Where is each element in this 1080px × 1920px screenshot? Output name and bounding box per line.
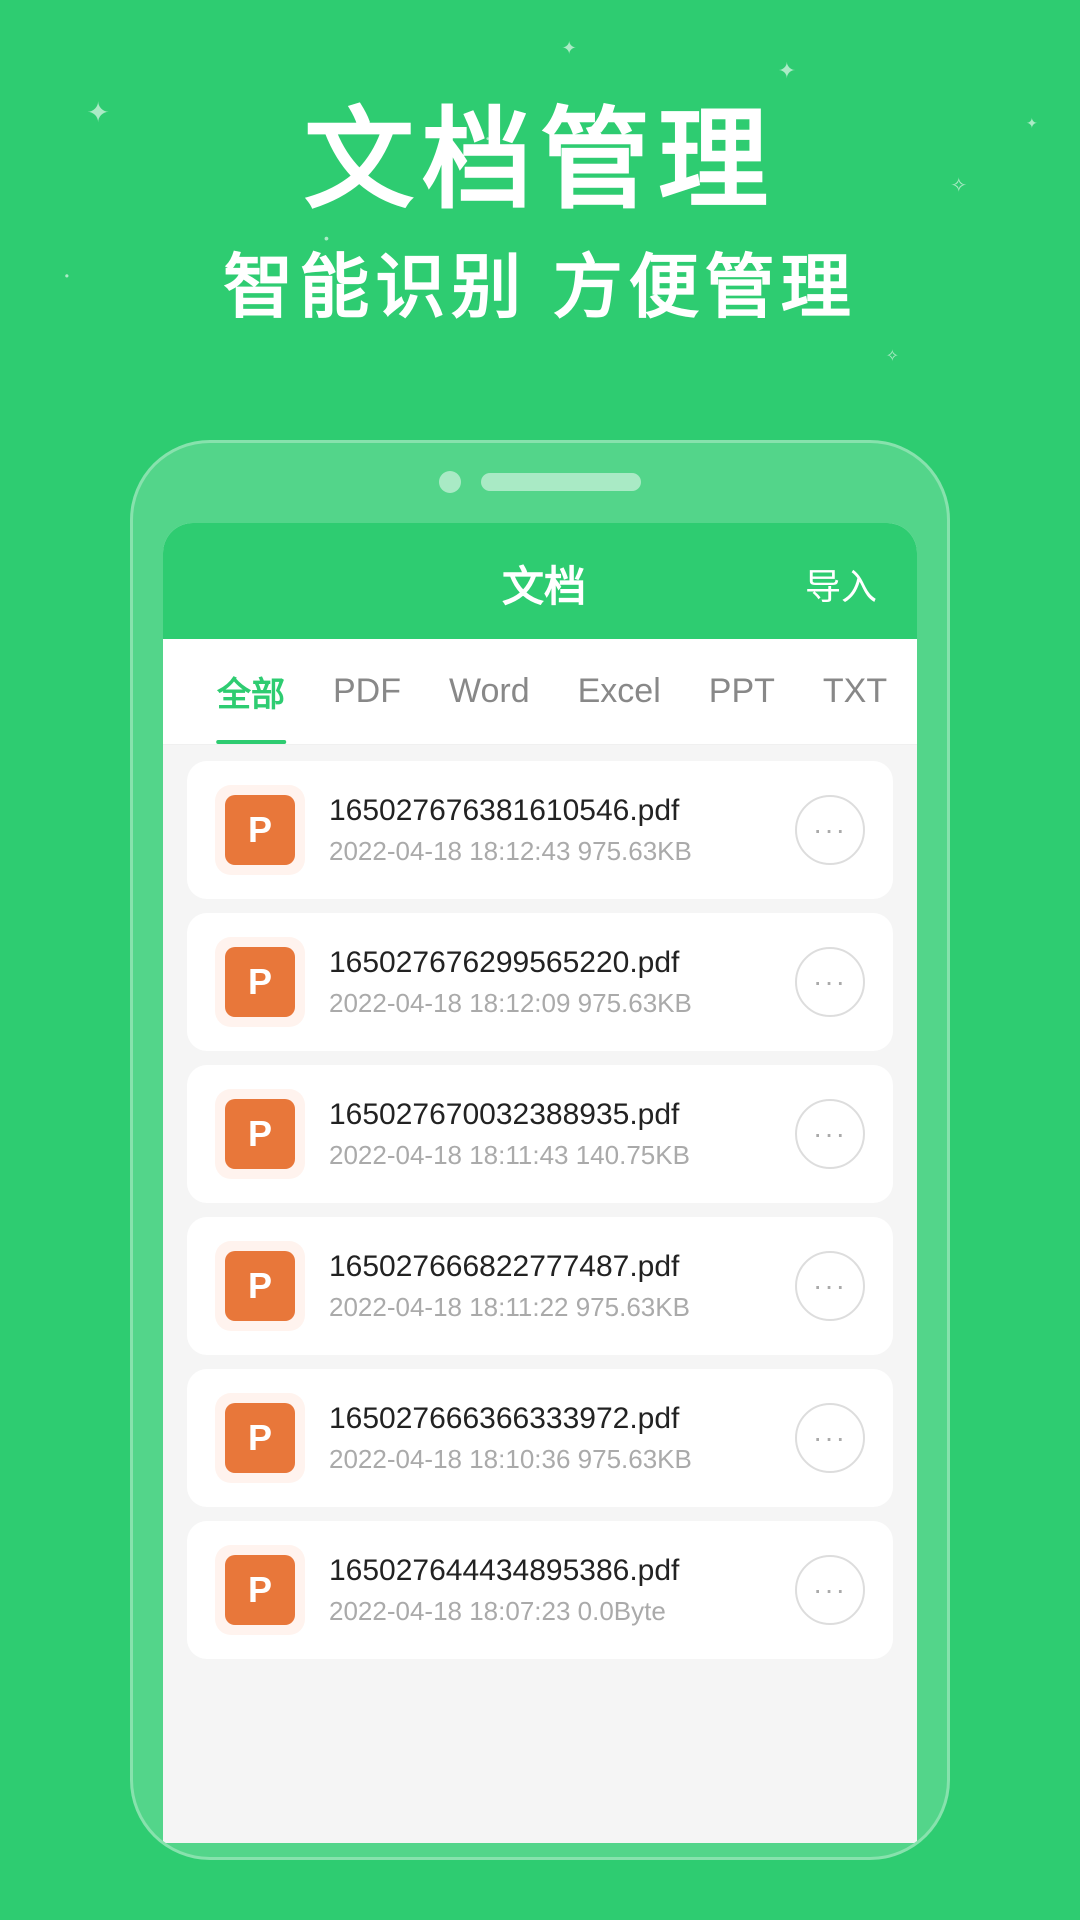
- file-name: 165027676299565220.pdf: [329, 946, 771, 980]
- phone-mockup: 文档 导入 全部PDFWordExcelPPTTXTHTML P 1650276…: [130, 440, 950, 1860]
- file-icon-letter: P: [248, 1265, 272, 1307]
- file-icon-letter: P: [248, 1569, 272, 1611]
- file-more-button[interactable]: ···: [795, 1251, 865, 1321]
- tab-ppt[interactable]: PPT: [685, 644, 799, 739]
- file-item[interactable]: P 165027670032388935.pdf 2022-04-18 18:1…: [187, 1065, 893, 1203]
- file-meta: 2022-04-18 18:12:09 975.63KB: [329, 988, 771, 1019]
- phone-camera: [439, 471, 461, 493]
- tab-pdf[interactable]: PDF: [309, 644, 425, 739]
- file-more-button[interactable]: ···: [795, 947, 865, 1017]
- star-decoration: ✧: [886, 346, 899, 366]
- file-item[interactable]: P 165027676381610546.pdf 2022-04-18 18:1…: [187, 761, 893, 899]
- tab-txt[interactable]: TXT: [799, 644, 911, 739]
- tabs-row: 全部PDFWordExcelPPTTXTHTML: [163, 639, 917, 745]
- file-icon: P: [215, 1241, 305, 1331]
- file-name: 165027676381610546.pdf: [329, 794, 771, 828]
- file-info: 165027676299565220.pdf 2022-04-18 18:12:…: [329, 946, 771, 1019]
- main-title: 文档管理: [0, 100, 1080, 221]
- file-name: 165027666822777487.pdf: [329, 1250, 771, 1284]
- file-item[interactable]: P 165027644434895386.pdf 2022-04-18 18:0…: [187, 1521, 893, 1659]
- file-icon: P: [215, 1089, 305, 1179]
- file-list: P 165027676381610546.pdf 2022-04-18 18:1…: [163, 745, 917, 1675]
- import-button[interactable]: 导入: [805, 558, 877, 610]
- file-info: 165027666822777487.pdf 2022-04-18 18:11:…: [329, 1250, 771, 1323]
- file-info: 165027666366333972.pdf 2022-04-18 18:10:…: [329, 1402, 771, 1475]
- file-more-button[interactable]: ···: [795, 795, 865, 865]
- star-decoration: ✦: [562, 38, 577, 59]
- file-name: 165027670032388935.pdf: [329, 1098, 771, 1132]
- file-icon-letter: P: [248, 1113, 272, 1155]
- file-icon-letter: P: [248, 961, 272, 1003]
- file-name: 165027666366333972.pdf: [329, 1402, 771, 1436]
- more-dots-icon: ···: [813, 968, 847, 996]
- file-icon-letter: P: [248, 1417, 272, 1459]
- file-item[interactable]: P 165027676299565220.pdf 2022-04-18 18:1…: [187, 913, 893, 1051]
- header-section: 文档管理 智能识别 方便管理: [0, 100, 1080, 332]
- more-dots-icon: ···: [813, 816, 847, 844]
- app-title: 文档: [283, 553, 805, 614]
- tab-全部[interactable]: 全部: [193, 639, 309, 744]
- app-header: 文档 导入: [163, 523, 917, 639]
- file-meta: 2022-04-18 18:10:36 975.63KB: [329, 1444, 771, 1475]
- file-meta: 2022-04-18 18:11:43 140.75KB: [329, 1140, 771, 1171]
- more-dots-icon: ···: [813, 1272, 847, 1300]
- file-item[interactable]: P 165027666822777487.pdf 2022-04-18 18:1…: [187, 1217, 893, 1355]
- file-info: 165027670032388935.pdf 2022-04-18 18:11:…: [329, 1098, 771, 1171]
- phone-top-bar: [133, 443, 947, 513]
- file-item[interactable]: P 165027666366333972.pdf 2022-04-18 18:1…: [187, 1369, 893, 1507]
- file-meta: 2022-04-18 18:11:22 975.63KB: [329, 1292, 771, 1323]
- star-decoration: ✦: [778, 58, 796, 84]
- file-icon: P: [215, 937, 305, 1027]
- file-name: 165027644434895386.pdf: [329, 1554, 771, 1588]
- tab-word[interactable]: Word: [425, 644, 554, 739]
- file-info: 165027644434895386.pdf 2022-04-18 18:07:…: [329, 1554, 771, 1627]
- file-more-button[interactable]: ···: [795, 1403, 865, 1473]
- more-dots-icon: ···: [813, 1576, 847, 1604]
- file-meta: 2022-04-18 18:07:23 0.0Byte: [329, 1596, 771, 1627]
- app-screen: 文档 导入 全部PDFWordExcelPPTTXTHTML P 1650276…: [163, 523, 917, 1843]
- file-meta: 2022-04-18 18:12:43 975.63KB: [329, 836, 771, 867]
- more-dots-icon: ···: [813, 1424, 847, 1452]
- tab-html[interactable]: HTML: [911, 644, 917, 739]
- sub-title: 智能识别 方便管理: [0, 231, 1080, 332]
- tab-excel[interactable]: Excel: [554, 644, 685, 739]
- file-more-button[interactable]: ···: [795, 1555, 865, 1625]
- file-icon-letter: P: [248, 809, 272, 851]
- file-icon: P: [215, 1393, 305, 1483]
- phone-speaker: [481, 473, 641, 491]
- file-more-button[interactable]: ···: [795, 1099, 865, 1169]
- file-info: 165027676381610546.pdf 2022-04-18 18:12:…: [329, 794, 771, 867]
- more-dots-icon: ···: [813, 1120, 847, 1148]
- file-icon: P: [215, 785, 305, 875]
- file-icon: P: [215, 1545, 305, 1635]
